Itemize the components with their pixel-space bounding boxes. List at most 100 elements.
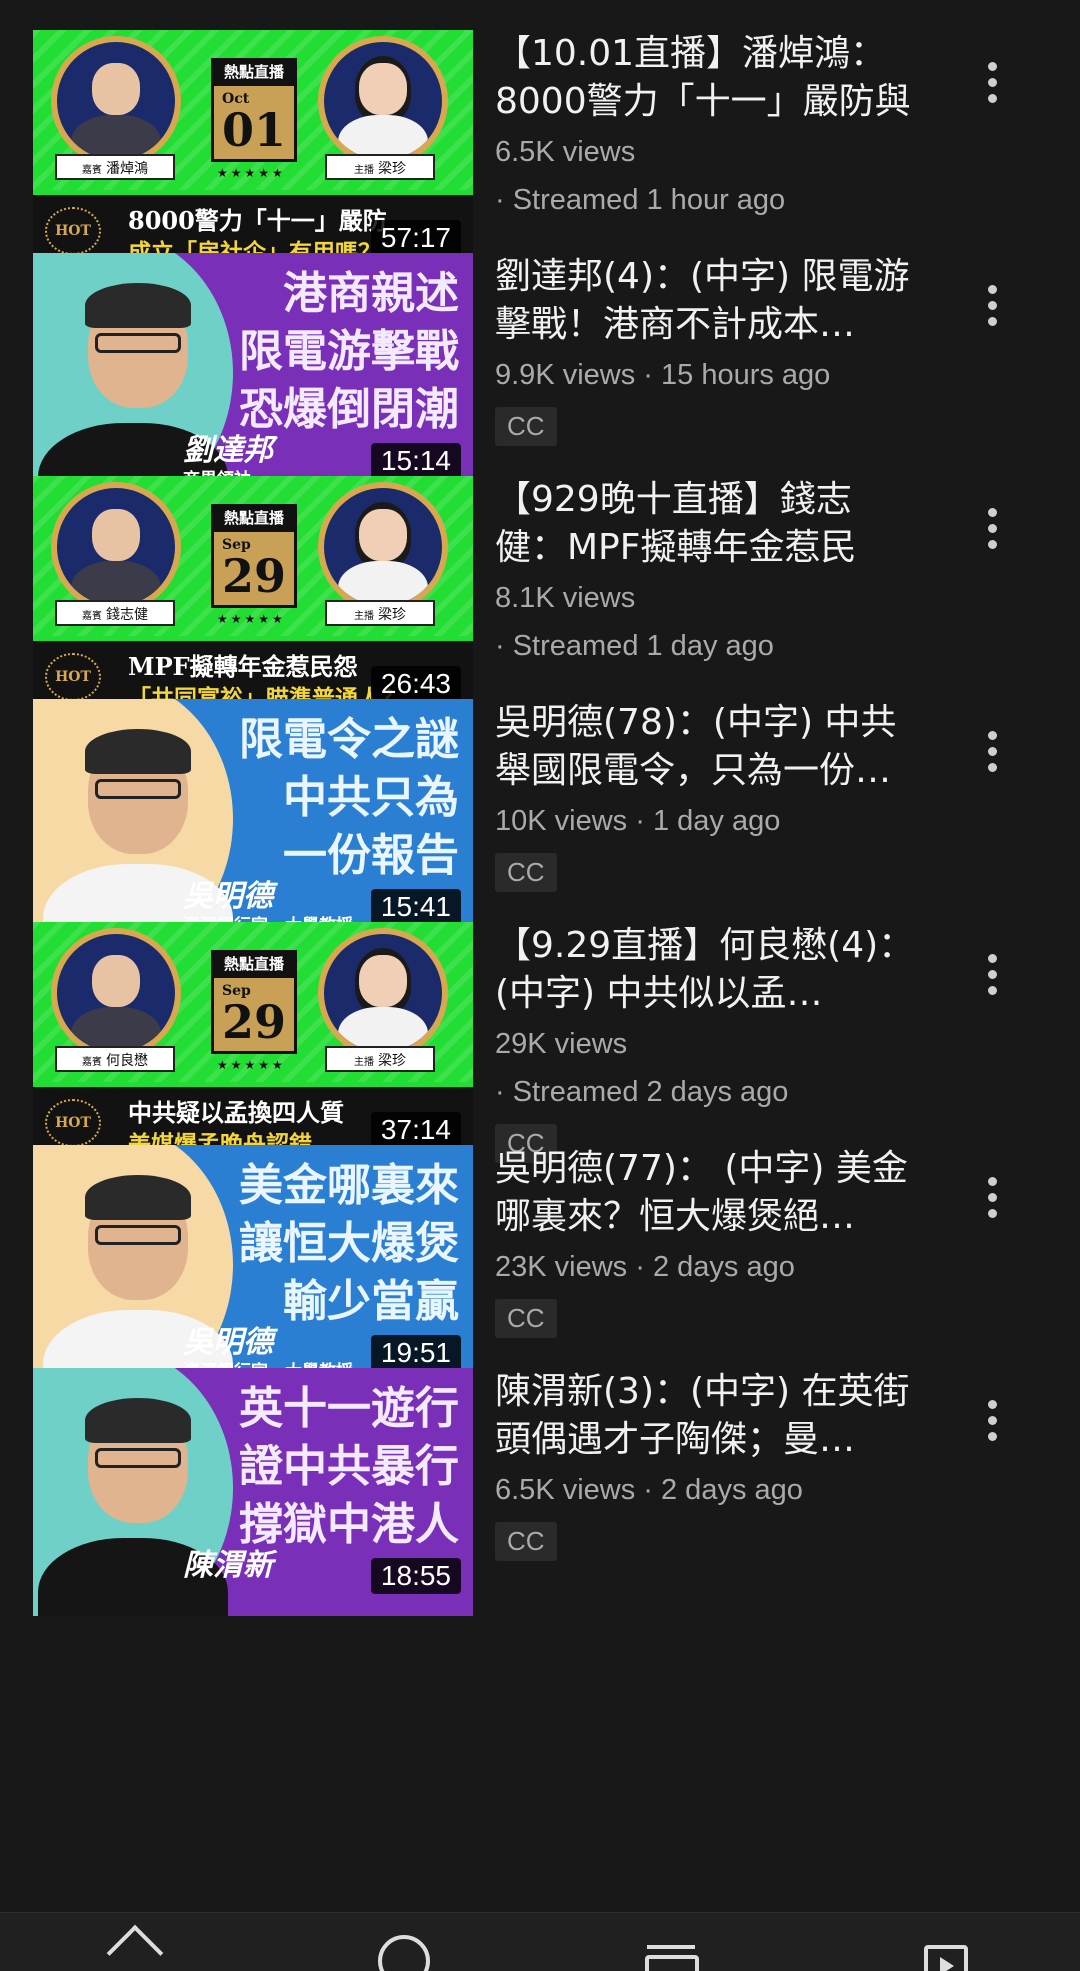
more-options-icon[interactable] xyxy=(980,285,1004,333)
cc-row: CC xyxy=(495,843,915,892)
date-badge: 熱點直播 Sep 29 xyxy=(211,504,297,608)
video-info: 吳明德(78)：(中字) 中共舉國限電令，只為一份… 10K views · 1 … xyxy=(495,699,915,892)
host-portrait xyxy=(318,482,448,612)
video-item[interactable]: 英十一遊行 證中共暴行 撐獄中港人 陳渭新 18:55 陳渭新(3)：(中字) 在英街頭偶… xyxy=(0,1338,1080,1616)
live-badge: 熱點直播 xyxy=(211,504,297,532)
video-thumbnail[interactable]: 英十一遊行 證中共暴行 撐獄中港人 陳渭新 18:55 xyxy=(33,1368,473,1616)
video-title[interactable]: 吳明德(78)：(中字) 中共舉國限電令，只為一份… xyxy=(495,699,915,795)
video-item[interactable]: 限電令之謎中共只為一份報告吳明德資深銀行家、大學教授15:41吳明德(78)：(… xyxy=(0,669,1080,947)
video-title[interactable]: 【10.01直播】潘焯鴻：8000警力「十一」嚴防與反走私強烈對比；大… xyxy=(495,30,915,126)
video-title[interactable]: 吳明德(77)： (中字) 美金哪裏來？恒大爆煲絕… xyxy=(495,1145,915,1241)
guest-ribbon: 嘉賓 潘焯鴻 xyxy=(55,154,175,180)
date-day: 29 xyxy=(221,549,286,603)
duration-badge: 18:55 xyxy=(370,1558,461,1594)
headline-line: 限電令之謎 xyxy=(239,714,459,765)
thumb-headline: 英十一遊行 證中共暴行 撐獄中港人 xyxy=(219,1380,459,1554)
video-item[interactable]: 嘉賓何良懋主播梁珍熱點直播Sep29★★★★★HOT中共疑以孟換四人質美媒爆孟晚… xyxy=(0,892,1080,1170)
date-badge: 熱點直播 Oct 01 xyxy=(211,58,297,162)
host-tag: 主播 xyxy=(354,1057,374,1068)
guest-tag: 嘉賓 xyxy=(82,165,102,176)
video-views: 23K views · 2 days ago xyxy=(495,1251,795,1283)
cc-row: CC xyxy=(495,1289,915,1338)
date-badge: 熱點直播 Sep 29 xyxy=(211,950,297,1054)
video-item[interactable]: 嘉賓潘焯鴻主播梁珍熱點直播Oct01★★★★★HOT8000警力「十一」嚴防成立… xyxy=(0,0,1080,278)
guest-tag: 嘉賓 xyxy=(82,1057,102,1068)
host-ribbon: 主播 梁珍 xyxy=(325,154,435,180)
video-age: · Streamed 2 days ago xyxy=(495,1076,789,1108)
cc-badge: CC xyxy=(495,1299,557,1338)
guest-ribbon: 嘉賓 何良懋 xyxy=(55,1046,175,1072)
video-info: 【10.01直播】潘焯鴻：8000警力「十一」嚴防與反走私強烈對比；大… 6.5K… xyxy=(495,30,915,222)
live-badge: 熱點直播 xyxy=(211,58,297,86)
host-portrait xyxy=(318,928,448,1058)
bottom-nav xyxy=(0,1912,1080,1971)
video-item[interactable]: 嘉賓錢志健主播梁珍熱點直播Sep29★★★★★HOTMPF擬轉年金惹民怨「共同富… xyxy=(0,446,1080,724)
video-info: 劉達邦(4)：(中字) 限電游擊戰！港商不計成本… 9.9K views · 15… xyxy=(495,253,915,446)
more-options-icon[interactable] xyxy=(980,1400,1004,1448)
cc-badge: CC xyxy=(495,1522,557,1561)
host-ribbon: 主播 梁珍 xyxy=(325,600,435,626)
guest-name: 潘焯鴻 xyxy=(106,161,148,177)
host-name: 梁珍 xyxy=(378,607,406,623)
cc-row: CC xyxy=(495,1512,915,1561)
thumb-headline: 美金哪裏來 讓恒大爆煲 輸少當贏 xyxy=(219,1157,459,1331)
video-views: 9.9K views · 15 hours ago xyxy=(495,359,831,391)
video-item[interactable]: 港商親述限電游擊戰恐爆倒閉潮劉達邦商界領袖15:14劉達邦(4)：(中字) 限電… xyxy=(0,223,1080,501)
library-icon[interactable] xyxy=(920,1927,970,1971)
more-options-icon[interactable] xyxy=(980,508,1004,556)
more-options-icon[interactable] xyxy=(980,1177,1004,1225)
host-portrait xyxy=(318,36,448,166)
video-age: · Streamed 1 hour ago xyxy=(495,184,786,216)
guest-ribbon: 嘉賓 錢志健 xyxy=(55,600,175,626)
date-day: 29 xyxy=(221,995,286,1049)
cc-badge: CC xyxy=(495,853,557,892)
thumb-headline: 港商親述 限電游擊戰 恐爆倒閉潮 xyxy=(219,265,459,439)
guest-tag: 嘉賓 xyxy=(82,611,102,622)
video-title[interactable]: 【929晚十直播】錢志健：MPF擬轉年金惹民怨，「共同富裕」瞄準… xyxy=(495,476,915,572)
host-tag: 主播 xyxy=(354,611,374,622)
explore-icon[interactable] xyxy=(378,1927,430,1971)
video-title[interactable]: 【9.29直播】何良懋(4)：(中字) 中共似以孟… xyxy=(495,922,915,1018)
video-info: 吳明德(77)： (中字) 美金哪裏來？恒大爆煲絕… 23K views · 2 … xyxy=(495,1145,915,1338)
video-views: 6.5K views · 2 days ago xyxy=(495,1474,803,1506)
video-title[interactable]: 陳渭新(3)：(中字) 在英街頭偶遇才子陶傑；曼… xyxy=(495,1368,915,1464)
stars: ★★★★★ xyxy=(217,1058,286,1072)
subscriptions-icon[interactable] xyxy=(645,1927,699,1971)
headline-line: 英十一遊行 xyxy=(239,1383,459,1434)
host-ribbon: 主播 梁珍 xyxy=(325,1046,435,1072)
video-item[interactable]: 美金哪裏來讓恒大爆煲輸少當贏吳明德資深銀行家、大學教授19:51吳明德(77)：… xyxy=(0,1115,1080,1393)
video-info: 陳渭新(3)：(中字) 在英街頭偶遇才子陶傑；曼… 6.5K views · 2 … xyxy=(495,1368,915,1561)
video-views: 29K views xyxy=(495,1028,628,1060)
video-views: 6.5K views xyxy=(495,136,636,168)
headline-line: 中共只為 xyxy=(283,772,459,823)
live-badge: 熱點直播 xyxy=(211,950,297,978)
thumb-headline: 限電令之謎 中共只為 一份報告 xyxy=(219,711,459,885)
host-name: 梁珍 xyxy=(378,161,406,177)
stars: ★★★★★ xyxy=(217,166,286,180)
headline-line: 港商親述 xyxy=(283,268,459,319)
headline-line: 限電游擊戰 xyxy=(239,326,459,377)
date-day: 01 xyxy=(221,103,286,157)
more-options-icon[interactable] xyxy=(980,954,1004,1002)
guest-name: 錢志健 xyxy=(106,607,148,623)
guest-portrait xyxy=(51,36,181,166)
guest-portrait xyxy=(51,482,181,612)
more-options-icon[interactable] xyxy=(980,731,1004,779)
headline-line: 美金哪裏來 xyxy=(239,1160,459,1211)
host-name: 梁珍 xyxy=(378,1053,406,1069)
home-icon[interactable] xyxy=(106,1924,164,1971)
host-tag: 主播 xyxy=(354,165,374,176)
video-info: 【929晚十直播】錢志健：MPF擬轉年金惹民怨，「共同富裕」瞄準… 8.1K vi… xyxy=(495,476,915,668)
cc-badge: CC xyxy=(495,407,557,446)
more-options-icon[interactable] xyxy=(980,62,1004,110)
video-views: 10K views · 1 day ago xyxy=(495,805,781,837)
guest-name: 何良懋 xyxy=(106,1053,148,1069)
video-age: · Streamed 1 day ago xyxy=(495,630,774,662)
speaker-name: 陳渭新 xyxy=(183,1548,273,1583)
video-views: 8.1K views xyxy=(495,582,636,614)
cc-row: CC xyxy=(495,397,915,446)
headline-line: 讓恒大爆煲 xyxy=(239,1218,459,1269)
video-title[interactable]: 劉達邦(4)：(中字) 限電游擊戰！港商不計成本… xyxy=(495,253,915,349)
headline-line: 證中共暴行 xyxy=(239,1441,459,1492)
guest-portrait xyxy=(51,928,181,1058)
